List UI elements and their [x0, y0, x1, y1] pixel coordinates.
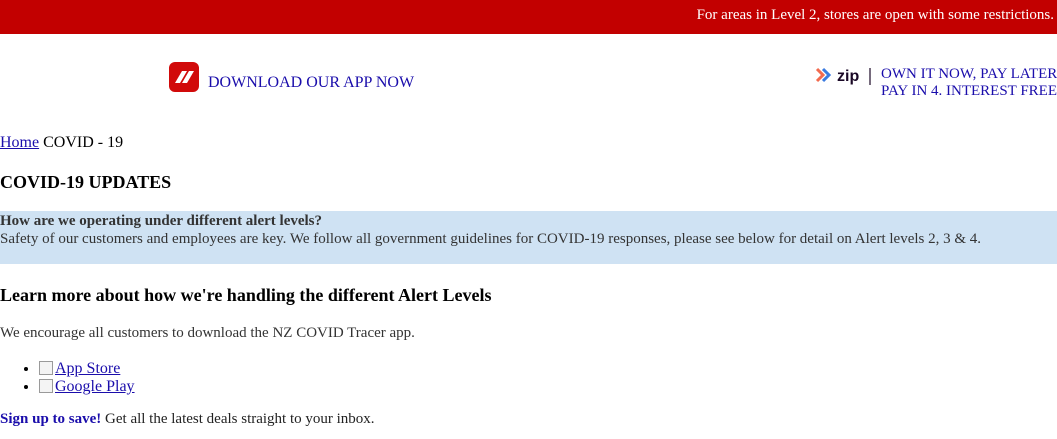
breadcrumb-current: COVID - 19: [43, 134, 124, 151]
broken-image-icon: [39, 379, 53, 393]
google-play-alt: Google Play: [55, 378, 135, 395]
page-title: COVID-19 UPDATES: [0, 172, 172, 192]
broken-image-icon: [39, 361, 53, 375]
newsletter-text: Get all the latest deals straight to you…: [101, 411, 375, 427]
zip-line-1: OWN IT NOW, PAY LATER: [881, 66, 1057, 82]
tracer-app-text: We encourage all customers to download t…: [0, 325, 415, 341]
announcement-banner: For areas in Level 2, stores are open wi…: [0, 0, 1057, 34]
zip-logo-icon: zip: [815, 67, 871, 85]
app-store-alt: App Store: [55, 360, 121, 377]
list-item: App Store: [39, 360, 135, 378]
zip-promo[interactable]: zip OWN IT NOW, PAY LATER PAY IN 4. INTE…: [815, 66, 1057, 106]
app-logo-icon[interactable]: [169, 62, 199, 92]
banner-text: For areas in Level 2, stores are open wi…: [696, 7, 1054, 23]
info-body: Safety of our customers and employees ar…: [0, 231, 982, 247]
zip-line-2: PAY IN 4. INTEREST FREE: [881, 83, 1057, 99]
info-question: How are we operating under different ale…: [0, 213, 323, 229]
breadcrumb: Home COVID - 19: [0, 134, 123, 152]
app-store-link[interactable]: App Store: [39, 360, 120, 377]
zip-promo-text: OWN IT NOW, PAY LATER PAY IN 4. INTEREST…: [881, 66, 1057, 100]
download-app-link[interactable]: DOWNLOAD OUR APP NOW: [208, 74, 414, 92]
section-heading: Learn more about how we're handling the …: [0, 285, 492, 305]
newsletter-promo: Sign up to save! Get all the latest deal…: [0, 411, 375, 428]
google-play-link[interactable]: Google Play: [39, 378, 135, 395]
signup-link[interactable]: Sign up to save!: [0, 411, 101, 427]
zip-logo-text: zip: [837, 68, 859, 85]
breadcrumb-home-link[interactable]: Home: [0, 134, 39, 151]
list-item: Google Play: [39, 378, 135, 396]
alert-info-box: How are we operating under different ale…: [0, 211, 1057, 264]
app-store-list: App Store Google Play: [0, 360, 135, 396]
